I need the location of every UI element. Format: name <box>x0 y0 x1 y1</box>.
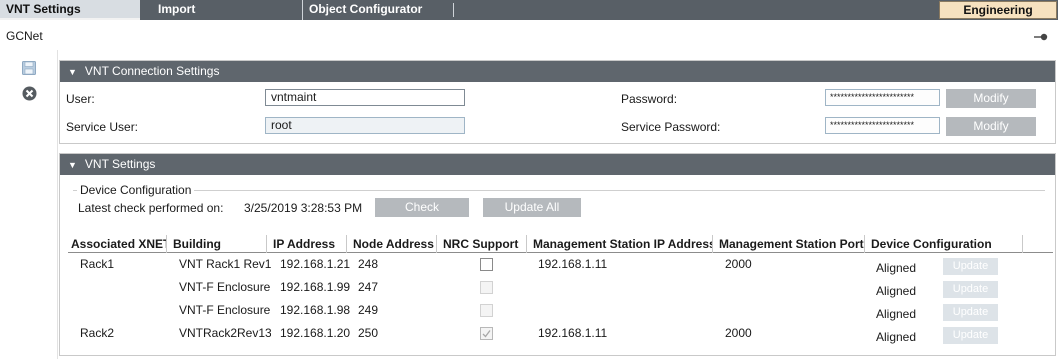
tab-object-configurator[interactable]: Object Configurator <box>302 0 422 20</box>
vnt-section-title: VNT Settings <box>84 157 156 171</box>
nrc-support-checkbox[interactable] <box>480 327 493 340</box>
modify-service-password-button[interactable]: Modify <box>946 117 1036 136</box>
cell-node: 250 <box>358 326 379 340</box>
cell-ip: 192.168.1.99 <box>280 280 351 294</box>
tab-import[interactable]: Import <box>158 0 195 20</box>
service-password-field[interactable]: ************************ <box>825 117 940 134</box>
device-configuration-title: Device Configuration <box>77 183 195 197</box>
cell-ip: 192.168.1.21 <box>280 257 351 271</box>
update-row-button[interactable]: Update <box>943 281 998 298</box>
cell-status: Aligned <box>876 284 917 298</box>
col-nrc-support[interactable]: NRC Support <box>437 235 527 253</box>
engineering-mode-button[interactable]: Engineering <box>939 1 1057 19</box>
cell-ip: 192.168.1.20 <box>280 326 351 340</box>
left-toolbar <box>0 50 58 359</box>
tab-separator <box>453 3 454 17</box>
cell-status: Aligned <box>876 261 917 275</box>
cell-mgmt-ip: 192.168.1.11 <box>538 326 608 340</box>
col-device-configuration[interactable]: Device Configuration <box>865 235 1023 253</box>
user-input[interactable]: vntmaint <box>265 89 465 106</box>
top-tab-bar: VNT Settings Import Object Configurator … <box>0 0 1058 20</box>
user-label: User: <box>66 92 95 106</box>
vnt-connection-settings-panel: ▼ VNT Connection Settings User: vntmaint … <box>59 60 1056 144</box>
col-associated-xnet[interactable]: Associated XNET <box>68 235 167 253</box>
col-management-station-ip[interactable]: Management Station IP Address <box>527 235 713 253</box>
col-ip-address[interactable]: IP Address <box>267 235 347 253</box>
update-all-button[interactable]: Update All <box>483 198 581 217</box>
vnt-section-header[interactable]: ▼ VNT Settings <box>60 154 1055 175</box>
cell-building: VNT-F Enclosure # <box>179 303 271 317</box>
password-field[interactable]: ************************ <box>825 89 940 106</box>
update-row-button[interactable]: Update <box>943 304 998 321</box>
collapse-triangle-icon: ▼ <box>68 67 77 77</box>
service-user-label: Service User: <box>66 120 139 134</box>
checkmark-icon <box>482 330 491 338</box>
cell-status: Aligned <box>876 330 917 344</box>
connection-section-header[interactable]: ▼ VNT Connection Settings <box>60 61 1055 82</box>
cell-node: 249 <box>358 303 379 317</box>
cell-status: Aligned <box>876 307 917 321</box>
cell-xnet: Rack1 <box>80 257 115 271</box>
col-node-address[interactable]: Node Address <box>347 235 437 253</box>
nrc-support-checkbox[interactable] <box>480 281 493 294</box>
password-label: Password: <box>621 92 678 106</box>
latest-check-value: 3/25/2019 3:28:53 PM <box>244 201 363 215</box>
cell-mgmt-ip: 192.168.1.11 <box>538 257 608 271</box>
update-row-button[interactable]: Update <box>943 327 998 344</box>
modify-password-button[interactable]: Modify <box>946 89 1036 108</box>
cell-building: VNT Rack1 Rev11 <box>179 257 271 271</box>
cell-building: VNTRack2Rev13-g <box>179 326 271 340</box>
cancel-circle-icon[interactable] <box>22 86 37 101</box>
cell-xnet: Rack2 <box>80 326 115 340</box>
tab-vnt-settings[interactable]: VNT Settings <box>0 0 140 20</box>
connection-section-title: VNT Connection Settings <box>84 64 220 78</box>
save-icon[interactable] <box>22 61 36 75</box>
nrc-support-checkbox[interactable] <box>480 258 493 271</box>
cell-node: 248 <box>358 257 379 271</box>
col-management-station-port[interactable]: Management Station Port <box>713 235 865 253</box>
check-button[interactable]: Check <box>375 198 469 217</box>
cell-mgmt-port: 2000 <box>725 257 752 271</box>
vnt-settings-panel: ▼ VNT Settings Device Configuration Lates… <box>59 153 1056 356</box>
service-user-input[interactable]: root <box>265 117 465 134</box>
update-row-button[interactable]: Update <box>943 258 998 275</box>
service-password-label: Service Password: <box>621 120 721 134</box>
nrc-support-checkbox[interactable] <box>480 304 493 317</box>
device-grid-header: Associated XNET Building IP Address Node… <box>68 235 1053 253</box>
cell-ip: 192.168.1.98 <box>280 303 351 317</box>
collapse-triangle-icon: ▼ <box>68 160 77 170</box>
cell-building: VNT-F Enclosure # <box>179 280 271 294</box>
cell-mgmt-port: 2000 <box>725 326 752 340</box>
pin-icon[interactable] <box>1034 32 1048 42</box>
latest-check-label: Latest check performed on: <box>78 201 224 215</box>
cell-node: 247 <box>358 280 379 294</box>
context-title: GCNet <box>6 29 43 43</box>
col-building[interactable]: Building <box>167 235 267 253</box>
